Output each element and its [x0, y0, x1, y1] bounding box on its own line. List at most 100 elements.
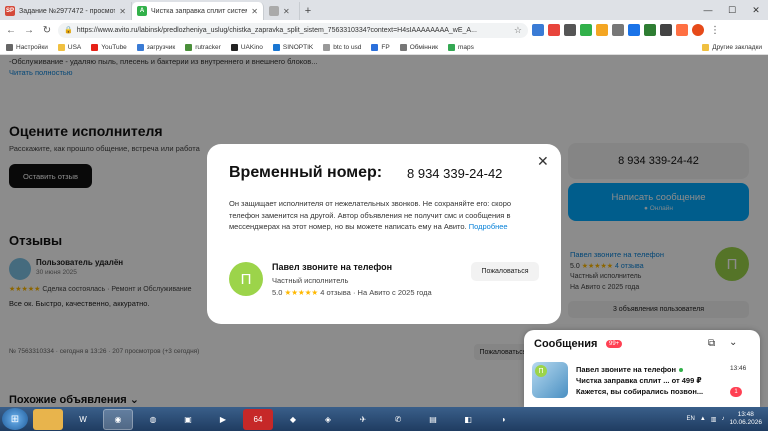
globe-app-icon[interactable]: ◍	[138, 409, 168, 430]
forward-icon[interactable]: →	[22, 23, 36, 37]
tab-avito[interactable]: A Чистка заправка сплит систем (7 ✕	[132, 2, 264, 20]
minimize-icon[interactable]: —	[696, 0, 720, 20]
profile-avatar-icon[interactable]	[692, 24, 704, 36]
more-info-link[interactable]: Подробнее	[469, 222, 508, 231]
language-indicator[interactable]: EN	[686, 416, 694, 422]
extension-icon[interactable]	[676, 24, 688, 36]
temporary-phone-number: 8 934 339-24-42	[407, 166, 503, 181]
app-icon[interactable]: ◑	[488, 409, 518, 430]
extension-icon[interactable]	[548, 24, 560, 36]
map-icon	[447, 43, 455, 51]
youtube-icon	[91, 43, 99, 51]
modal-description: Он защищает исполнителя от нежелательных…	[229, 199, 512, 231]
tab-bar: SP Задание №2977472 - просмотр з ✕ A Чис…	[0, 0, 768, 20]
volume-icon[interactable]: ♪	[721, 416, 724, 422]
online-dot-icon	[679, 368, 684, 373]
close-tab-icon[interactable]: ✕	[119, 7, 126, 16]
bookmark-btc[interactable]: btc to usd	[323, 43, 361, 51]
temporary-number-modal: Временный номер: 8 934 339-24-42 ✕ Он за…	[207, 144, 561, 324]
bookmark-loader[interactable]: загрузчик	[136, 43, 175, 51]
chat-item-title: Чистка заправка сплит ... от 499 ₽	[576, 376, 702, 385]
weather-icon	[272, 43, 280, 51]
app-64-icon[interactable]: 64	[243, 408, 273, 430]
bookmark-fp[interactable]: FP	[371, 43, 390, 51]
close-window-icon[interactable]: ✕	[744, 0, 768, 20]
chat-preview: Кажется, вы собирались позвон...	[576, 387, 704, 396]
extension-icon[interactable]	[532, 24, 544, 36]
reload-icon[interactable]: ↻	[40, 23, 54, 37]
tab-blank[interactable]: ✕	[264, 2, 300, 20]
bookmark-maps[interactable]: maps	[447, 43, 474, 51]
app-w-icon[interactable]: W	[68, 409, 98, 430]
avatar: П	[229, 262, 263, 296]
bookmark-exchanger[interactable]: Обмінник	[399, 43, 438, 51]
messages-title[interactable]: Сообщения	[534, 338, 597, 350]
executor-type: Частный исполнитель	[272, 276, 349, 285]
extension-icon[interactable]	[580, 24, 592, 36]
network-icon[interactable]: ▥	[711, 416, 717, 423]
extension-icon[interactable]	[596, 24, 608, 36]
sp-favicon-icon: SP	[5, 6, 15, 16]
close-tab-icon[interactable]: ✕	[251, 7, 258, 16]
extension-icon[interactable]	[628, 24, 640, 36]
unread-badge: 99+	[606, 340, 623, 348]
maximize-icon[interactable]: ☐	[720, 0, 744, 20]
app-icon[interactable]: ◧	[453, 409, 483, 430]
telegram-icon[interactable]: ✈	[348, 409, 378, 430]
chat-thumbnail[interactable]: П	[532, 362, 568, 398]
blank-favicon-icon	[269, 6, 279, 16]
bookmark-sinoptik[interactable]: SINOPTIK	[272, 43, 313, 51]
url-text: https://www.avito.ru/labinsk/predlozheni…	[76, 26, 477, 34]
modal-complain-button[interactable]: Пожаловаться	[471, 262, 539, 281]
extension-icon[interactable]	[564, 24, 576, 36]
bookmark-youtube[interactable]: YouTube	[91, 43, 127, 51]
close-icon[interactable]: ✕	[537, 153, 549, 170]
download-icon	[136, 43, 144, 51]
film-icon	[230, 43, 238, 51]
player-icon[interactable]: ▶	[208, 409, 238, 430]
bookmark-uakino[interactable]: UAKino	[230, 43, 263, 51]
bookmark-rutracker[interactable]: rutracker	[185, 43, 221, 51]
chat-unread-count: 1	[730, 387, 742, 397]
extension-icon[interactable]	[612, 24, 624, 36]
start-button[interactable]: ⊞	[2, 408, 28, 430]
app-icon[interactable]: ◆	[278, 409, 308, 430]
viber-icon[interactable]: ✆	[383, 409, 413, 430]
explorer-icon[interactable]	[33, 408, 63, 430]
star-rating-icon: ★★★★★	[284, 288, 319, 297]
windows-taskbar: ⊞ W ◉ ◍ ▣ ▶ 64 ◆ ◈ ✈ ✆ ▤ ◧ ◑ EN ▲ ▥ ♪ 13…	[0, 407, 768, 431]
extension-icon[interactable]	[644, 24, 656, 36]
chrome-icon[interactable]: ◉	[103, 408, 133, 430]
bookmark-other[interactable]: Другие закладки	[702, 43, 762, 51]
bookmark-star-icon[interactable]: ☆	[514, 25, 522, 36]
avatar: П	[535, 365, 547, 377]
close-tab-icon[interactable]: ✕	[283, 7, 290, 16]
browser-toolbar: ← → ↻ 🔒 https://www.avito.ru/labinsk/pre…	[0, 20, 768, 40]
system-tray: EN ▲ ▥ ♪ 13:48 10.06.2026	[686, 411, 768, 427]
new-tab-button[interactable]: +	[300, 2, 316, 20]
tray-arrow-icon[interactable]: ▲	[700, 416, 706, 422]
globe-icon	[323, 43, 331, 51]
folder-icon	[702, 43, 710, 51]
vpn-icon[interactable]: ◈	[313, 409, 343, 430]
chevron-down-icon[interactable]: ⌄	[729, 337, 737, 348]
folder-icon	[57, 43, 65, 51]
open-external-icon[interactable]: ⧉	[708, 338, 715, 349]
executor-rating: 5.0 ★★★★★ 4 отзыва · На Авито с 2025 год…	[272, 288, 432, 297]
bookmark-usa[interactable]: USA	[57, 43, 81, 51]
tab-task[interactable]: SP Задание №2977472 - просмотр з ✕	[0, 2, 132, 20]
extension-icon[interactable]	[660, 24, 672, 36]
address-bar[interactable]: 🔒 https://www.avito.ru/labinsk/predlozhe…	[58, 22, 528, 38]
menu-icon[interactable]: ⋮	[708, 23, 722, 37]
avito-favicon-icon: A	[137, 6, 147, 16]
tracker-icon	[185, 43, 193, 51]
notepad-icon[interactable]: ▤	[418, 409, 448, 430]
back-icon[interactable]: ←	[4, 23, 18, 37]
exchange-icon	[399, 43, 407, 51]
bookmark-settings[interactable]: Настройки	[6, 43, 48, 51]
clock[interactable]: 13:48 10.06.2026	[729, 411, 762, 427]
tab-title: Чистка заправка сплит систем (7	[151, 7, 247, 15]
media-icon[interactable]: ▣	[173, 409, 203, 430]
chat-contact-name[interactable]: Павел звоните на телефон	[576, 365, 684, 374]
gear-icon	[6, 43, 13, 51]
